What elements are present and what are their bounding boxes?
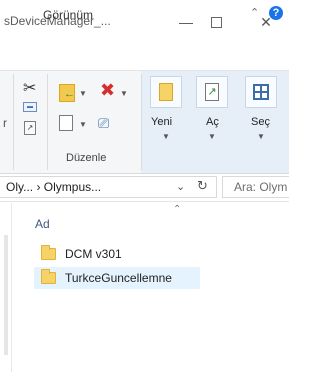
open-label[interactable]: Aç [206, 116, 219, 128]
ribbon-separator [13, 74, 14, 170]
open-button[interactable]: ↗ [196, 76, 228, 108]
search-placeholder[interactable]: Ara: Olym [234, 180, 287, 194]
move-arrow-icon: ← [64, 88, 75, 100]
minimize-icon: — [179, 14, 193, 30]
chevron-down-icon[interactable]: ▼ [208, 132, 216, 141]
refresh-icon[interactable]: ↻ [197, 178, 208, 194]
tab-view[interactable]: Görünüm [43, 8, 93, 22]
new-label[interactable]: Yeni [151, 116, 172, 128]
chevron-down-icon[interactable]: ▼ [79, 89, 87, 98]
column-header-name[interactable]: Ad [35, 217, 50, 231]
ribbon-tab-row [0, 44, 289, 70]
list-item-selected[interactable]: TurkceGuncellemne [34, 267, 200, 289]
ribbon-collapse-icon[interactable]: ⌃ [250, 6, 259, 19]
new-folder-button[interactable] [150, 76, 182, 108]
minimize-button[interactable]: — [172, 10, 200, 34]
folder-icon [41, 245, 56, 260]
maximize-button[interactable] [202, 10, 230, 34]
list-item-label: TurkceGuncellemne [65, 271, 172, 285]
sort-ascending-icon: ⌃ [173, 204, 182, 215]
select-icon [253, 84, 269, 100]
list-item-label: DCM v301 [65, 247, 122, 261]
chevron-down-icon[interactable]: ▼ [120, 89, 128, 98]
navigation-scrollbar[interactable] [4, 235, 8, 355]
new-folder-icon [159, 83, 173, 101]
select-label[interactable]: Seç [251, 116, 270, 128]
breadcrumb[interactable]: Oly... › Olympus... [6, 180, 101, 194]
chevron-down-icon[interactable]: ▼ [257, 132, 265, 141]
scissors-icon[interactable]: ✂ [23, 78, 36, 98]
maximize-icon [210, 16, 222, 28]
folder-icon [41, 269, 56, 284]
chevron-down-icon[interactable]: ▼ [79, 120, 87, 129]
ribbon-clipped-label: r [3, 116, 7, 130]
list-item[interactable]: DCM v301 [34, 243, 192, 265]
ribbon-separator [141, 74, 142, 170]
ribbon-group-label: Düzenle [66, 152, 107, 164]
help-icon[interactable]: ? [269, 6, 283, 20]
ribbon-separator [47, 74, 48, 170]
chevron-down-icon[interactable]: ▼ [162, 132, 170, 141]
copy-path-icon[interactable]: ▬ [23, 102, 37, 112]
copy-to-icon[interactable] [59, 115, 73, 131]
select-button[interactable] [245, 76, 277, 108]
delete-icon[interactable]: ✖ [100, 80, 115, 101]
rename-icon[interactable]: ⎚ [98, 115, 109, 132]
paste-shortcut-icon[interactable]: ↗ [24, 121, 36, 135]
address-history-chevron-icon[interactable]: ⌄ [176, 180, 185, 193]
open-icon: ↗ [205, 83, 219, 101]
